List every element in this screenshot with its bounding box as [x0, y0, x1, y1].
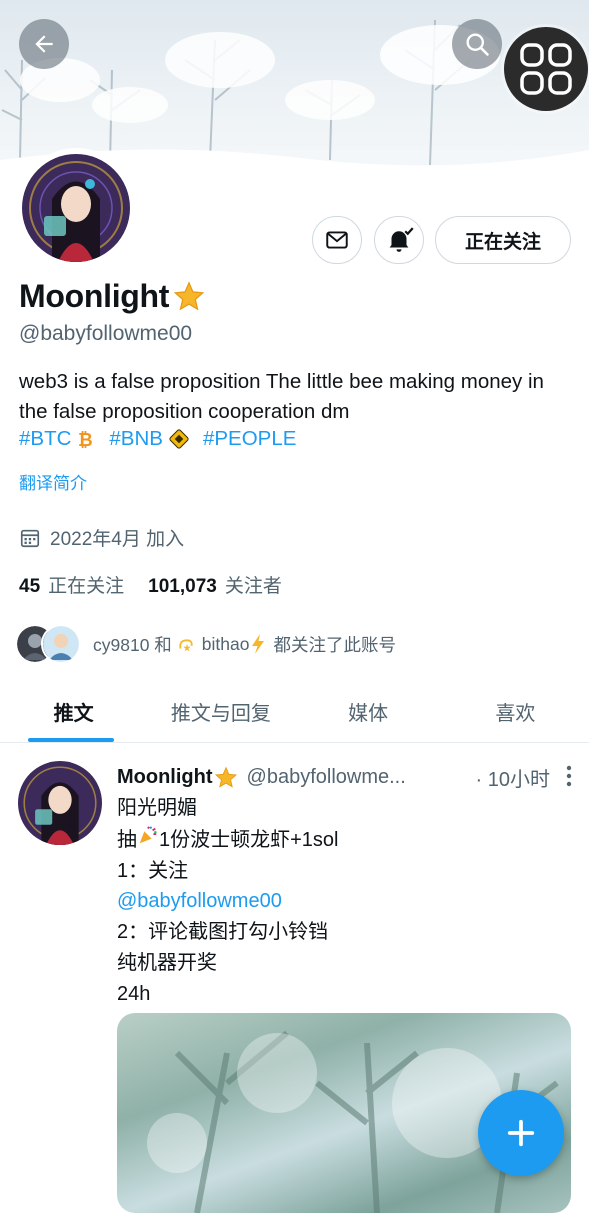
followed-by-text-1: cy9810 和	[93, 634, 172, 655]
tweet-header: Moonlight @babyfollowme... · 10小时	[117, 763, 572, 792]
bell-icon	[389, 227, 414, 252]
tweet-text: 阳光明媚 抽 1份波士顿龙虾+1sol 1：关注 @babyfollowme00 …	[117, 797, 339, 1005]
plus-icon	[507, 1119, 535, 1147]
mail-icon	[326, 231, 348, 249]
tab-media[interactable]: 媒体	[295, 680, 442, 742]
tweet-timestamp[interactable]: · 10小时	[476, 763, 572, 792]
dizzy-emoji-icon	[179, 639, 193, 652]
search-button[interactable]	[452, 19, 502, 69]
tab-tweets[interactable]: 推文	[0, 680, 147, 742]
bio-hashtags: #BTC ₿ #BNB #PEOPLE	[19, 427, 296, 451]
compose-tweet-button[interactable]	[478, 1090, 564, 1176]
followers-count: 101,073	[148, 576, 217, 597]
bitcoin-emoji-icon: ₿	[78, 430, 93, 449]
translate-bio-link[interactable]: 翻译简介	[19, 469, 87, 494]
tweet-avatar[interactable]	[18, 761, 102, 845]
profile-avatar[interactable]	[16, 148, 136, 268]
follow-stats: 45 正在关注 101,073 关注者	[19, 571, 282, 598]
notifications-button[interactable]	[374, 216, 424, 264]
app-grid-button[interactable]	[504, 27, 588, 111]
profile-handle: @babyfollowme00	[19, 322, 193, 345]
back-button[interactable]	[19, 19, 69, 69]
tweet-author-name[interactable]: Moonlight	[117, 766, 213, 789]
following-button[interactable]: 正在关注	[435, 216, 571, 264]
avatar-image	[22, 154, 130, 262]
tweet-mention-link[interactable]: @babyfollowme00	[117, 886, 339, 917]
tweet-avatar-image	[18, 761, 102, 845]
active-tab-indicator	[28, 738, 114, 742]
bnb-emoji-icon	[169, 429, 189, 449]
message-button[interactable]	[312, 216, 362, 264]
followed-by-row[interactable]: cy9810 和 bithao 都关注了此账号	[15, 624, 396, 664]
profile-bio: web3 is a false proposition The little b…	[19, 370, 544, 423]
profile-name: Moonlight	[19, 278, 207, 315]
hashtag-people[interactable]: #PEOPLE	[203, 427, 296, 451]
following-count: 45	[19, 576, 41, 597]
followers-label: 关注者	[224, 576, 282, 597]
star-emoji-icon	[173, 280, 205, 310]
party-popper-emoji-icon	[139, 826, 157, 844]
followed-by-text-2: bithao	[201, 633, 250, 654]
followers-stat[interactable]: 101,073 关注者	[148, 571, 282, 598]
lightning-emoji-icon	[252, 634, 265, 654]
hashtag-bnb[interactable]: #BNB	[109, 427, 189, 451]
tab-tweets-and-replies[interactable]: 推文与回复	[147, 680, 294, 742]
followed-by-text-3: 都关注了此账号	[273, 634, 396, 655]
tweet-author-handle[interactable]: @babyfollowme...	[247, 766, 406, 789]
joined-date: 2022年4月 加入	[19, 524, 184, 551]
profile-tabs: 推文 推文与回复 媒体 喜欢	[0, 680, 589, 743]
profile-name-text: Moonlight	[19, 278, 170, 314]
back-arrow-icon	[35, 35, 53, 53]
following-stat[interactable]: 45 正在关注	[19, 571, 124, 598]
search-icon	[466, 33, 489, 56]
following-label: 正在关注	[48, 576, 125, 597]
joined-text: 2022年4月 加入	[50, 529, 185, 550]
hashtag-btc[interactable]: #BTC ₿	[19, 427, 95, 451]
svg-text:₿: ₿	[78, 430, 93, 449]
grid-icon	[520, 43, 572, 95]
star-emoji-icon	[214, 766, 237, 788]
more-options-icon[interactable]	[566, 765, 572, 787]
tab-likes[interactable]: 喜欢	[442, 680, 589, 742]
follower-avatar-2	[41, 624, 81, 664]
calendar-icon	[20, 529, 40, 547]
